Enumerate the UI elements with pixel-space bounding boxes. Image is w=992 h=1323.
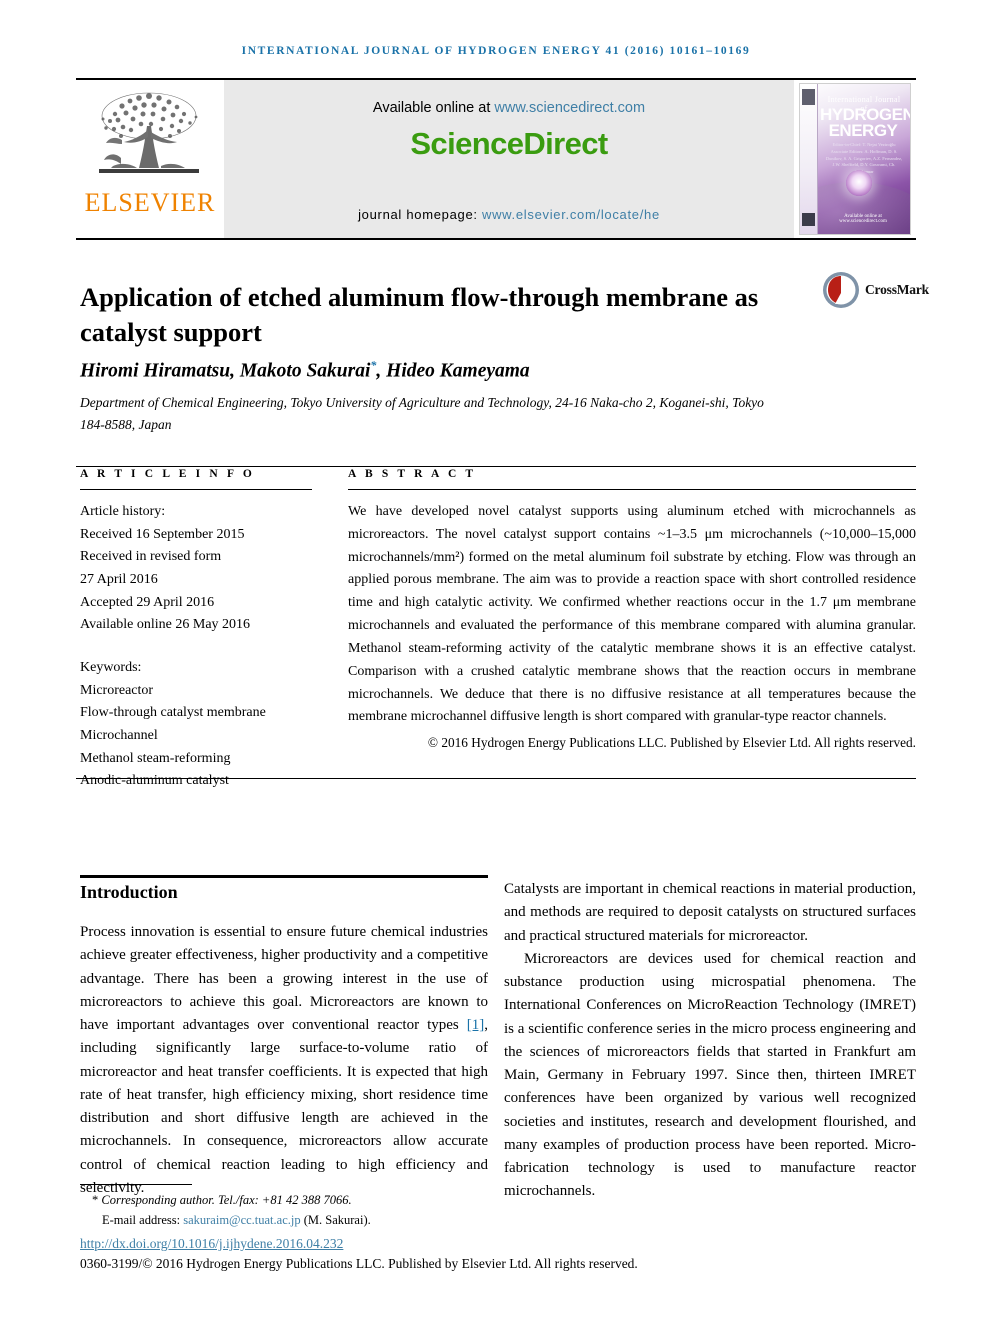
journal-homepage-label: journal homepage: [358,207,482,222]
info-band-top-rule [76,466,916,467]
affiliation: Department of Chemical Engineering, Toky… [80,395,764,432]
citation-link-1[interactable]: [1] [467,1017,485,1033]
corresponding-author-note: * Corresponding author. Tel./fax: +81 42… [80,1190,780,1210]
article-info-heading: A R T I C L E I N F O [80,468,255,480]
doi-link[interactable]: http://dx.doi.org/10.1016/j.ijhydene.201… [80,1236,343,1252]
abstract-column: A B S T R A C T We have developed novel … [348,468,916,754]
cover-sciencedirect-note: Available online at www.sciencedirect.co… [839,214,887,224]
intro-paragraph-part1: Process innovation is essential to ensur… [80,924,488,1033]
available-online-prefix: Available online at [372,100,495,116]
hee-logo-icon [802,213,815,226]
sciencedirect-link[interactable]: www.sciencedirect.com [494,100,645,116]
elsevier-wordmark: ELSEVIER [84,188,216,217]
author-list: Hiromi Hiramatsu, Makoto Sakurai*, Hideo… [80,358,840,383]
footnote-block: * Corresponding author. Tel./fax: +81 42… [80,1190,780,1231]
elsevier-logo-block: ELSEVIER [76,80,224,238]
cover-left-bar [800,84,818,234]
article-history-block: Article history: Received 16 September 2… [80,501,312,637]
intro-paragraph-part2: , including significantly large surface-… [80,1017,488,1196]
page-title: Application of etched aluminum flow-thro… [80,281,759,347]
available-online-line: Available online at www.sciencedirect.co… [373,100,645,116]
keyword-item: Anodic-aluminum catalyst [80,773,229,789]
keywords-label: Keywords: [80,660,142,676]
ijhe-mark-icon [802,89,815,105]
section-top-rule [80,875,488,878]
keyword-item: Microchannel [80,728,158,744]
keyword-item: Microreactor [80,682,154,698]
abstract-rule [348,489,916,490]
keyword-item: Methanol steam-reforming [80,750,231,766]
abstract-text: We have developed novel catalyst support… [348,504,916,725]
crossmark-label: CrossMark [865,282,929,297]
body-column-right: Catalysts are important in chemical reac… [504,878,916,1204]
email-suffix: (M. Sakurai). [300,1213,371,1228]
corresponding-author-text: Corresponding author. Tel./fax: +81 42 3… [98,1193,352,1207]
crossmark-icon [823,272,859,308]
cover-title-line2: ENERGY [828,121,898,140]
article-history-item: Accepted 29 April 2016 [80,594,215,610]
section-heading-introduction: Introduction [80,882,178,902]
article-history-label: Article history: [80,504,166,519]
running-head: INTERNATIONAL JOURNAL OF HYDROGEN ENERGY… [241,45,751,57]
sciencedirect-wordmark: ScienceDirect [410,126,608,161]
article-history-item: 27 April 2016 [80,572,158,588]
journal-masthead: ELSEVIER Available online at www.science… [76,78,916,240]
footnote-rule [80,1184,192,1185]
abstract-copyright: © 2016 Hydrogen Energy Publications LLC.… [427,735,916,751]
intro-paragraph-right-2: Microreactors are devices used for chemi… [504,950,916,1200]
article-history-item: Received in revised form [80,549,222,565]
article-info-rule [80,489,312,490]
keyword-item: Flow-through catalyst membrane [80,705,266,721]
info-band-bottom-rule [76,778,916,779]
email-link[interactable]: sakuraim@cc.tuat.ac.jp [183,1213,300,1227]
article-history-item: Available online 26 May 2016 [80,617,251,633]
keywords-block: Keywords: Microreactor Flow-through cata… [80,657,312,793]
body-column-left: Introduction Process innovation is essen… [80,882,488,1200]
journal-cover-image: International Journal of HYDROGEN ENERGY… [799,83,911,235]
sciencedirect-panel: Available online at www.sciencedirect.co… [224,80,794,238]
journal-homepage-link[interactable]: www.elsevier.com/locate/he [482,207,660,222]
intro-paragraph-left: Process innovation is essential to ensur… [80,921,488,1200]
intro-paragraph-right-1: Catalysts are important in chemical reac… [504,881,916,944]
cover-orb-graphic [846,170,872,196]
paper-page: INTERNATIONAL JOURNAL OF HYDROGEN ENERGY… [0,0,992,1323]
article-info-column: A R T I C L E I N F O Article history: R… [80,468,312,793]
abstract-heading: A B S T R A C T [348,468,477,480]
issn-copyright-line: 0360-3199/© 2016 Hydrogen Energy Publica… [80,1256,638,1271]
crossmark-badge[interactable]: CrossMark [822,268,929,312]
author-names-cont: , Hideo Kameyama [376,360,530,382]
article-history-item: Received 16 September 2015 [80,526,245,542]
elsevier-tree-icon [99,92,199,173]
journal-cover-block: International Journal of HYDROGEN ENERGY… [794,80,916,238]
email-note: E-mail address: sakuraim@cc.tuat.ac.jp (… [80,1210,780,1230]
email-label: E-mail address: [102,1213,184,1228]
author-names: Hiromi Hiramatsu, Makoto Sakurai [80,360,371,382]
journal-homepage-line: journal homepage: www.elsevier.com/locat… [224,207,794,222]
